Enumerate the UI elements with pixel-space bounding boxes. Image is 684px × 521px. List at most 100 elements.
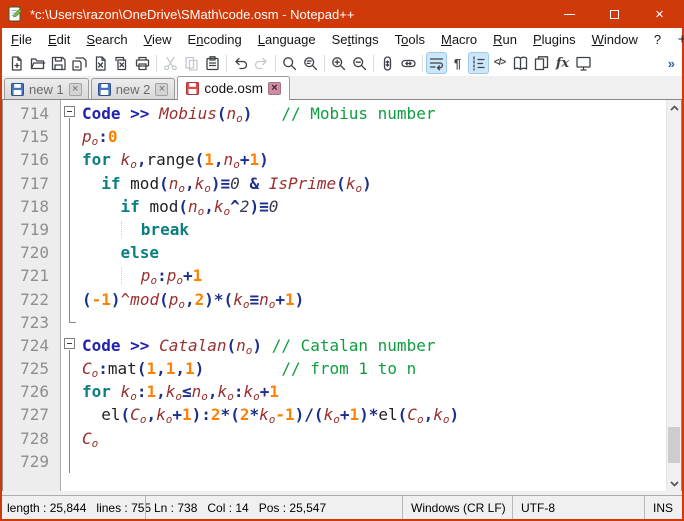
tab-new-1[interactable]: new 1× [4, 78, 89, 99]
tab-bar: new 1×new 2×code.osm× [2, 76, 682, 100]
save-all-button[interactable] [69, 52, 90, 74]
code-line[interactable] [82, 311, 666, 334]
menu-item-file[interactable]: File [3, 30, 40, 49]
monitoring-icon [575, 55, 592, 72]
undo-button[interactable] [230, 52, 251, 74]
new-file-icon [8, 55, 25, 72]
tab-close-icon[interactable]: × [268, 82, 281, 95]
menu-item-window[interactable]: Window [584, 30, 646, 49]
show-all-chars-icon: ¶ [454, 57, 461, 70]
vertical-scrollbar[interactable] [666, 100, 681, 491]
function-list-button[interactable]: fx [552, 52, 573, 74]
tab-code-osm[interactable]: code.osm× [177, 76, 290, 100]
monitoring-button[interactable] [573, 52, 594, 74]
title-bar: *c:\Users\razon\OneDrive\SMath\code.osm … [2, 0, 682, 28]
open-file-icon [29, 55, 46, 72]
code-view[interactable]: Code >> Mobius(no) // Mobius numberpo:0f… [79, 100, 666, 491]
scrollbar-thumb[interactable] [668, 427, 680, 463]
sync-vertical-scroll-icon [379, 55, 396, 72]
sync-horizontal-scroll-button[interactable] [398, 52, 419, 74]
code-line[interactable]: Co [82, 427, 666, 450]
close-all-button[interactable] [111, 52, 132, 74]
fold-collapse-marker[interactable] [61, 102, 79, 125]
menu-item-macro[interactable]: Macro [433, 30, 485, 49]
code-line[interactable] [82, 450, 666, 473]
menu-item-edit[interactable]: Edit [40, 30, 78, 49]
code-line[interactable]: else [82, 241, 666, 264]
menu-item-tools[interactable]: Tools [387, 30, 433, 49]
toolbar-separator [422, 55, 423, 72]
minimize-icon [564, 14, 575, 15]
fold-line-marker [61, 148, 79, 171]
tab-close-icon[interactable]: × [155, 83, 168, 96]
cut-button [160, 52, 181, 74]
cursor-position-text: Ln : 738 Col : 14 Pos : 25,547 [154, 501, 326, 515]
indent-guide-button[interactable] [468, 52, 489, 74]
fold-collapse-marker[interactable] [61, 334, 79, 357]
new-tab-button[interactable]: + [669, 31, 684, 48]
scroll-up-arrow-icon[interactable] [667, 100, 681, 115]
new-file-button[interactable] [6, 52, 27, 74]
minimize-button[interactable] [547, 0, 592, 28]
code-line[interactable]: if mod(no,ko)≡0 & IsPrime(ko) [82, 172, 666, 195]
paste-button[interactable] [202, 52, 223, 74]
status-insert-mode[interactable]: INS [644, 496, 682, 519]
fold-line-marker [61, 172, 79, 195]
code-line[interactable]: el(Co,ko+1):2*(2*ko-1)/(ko+1)*el(Co,ko) [82, 403, 666, 426]
replace-button[interactable] [300, 52, 321, 74]
zoom-out-button[interactable] [349, 52, 370, 74]
show-all-chars-button[interactable]: ¶ [447, 52, 468, 74]
toolbar-overflow-chevron-icon[interactable]: » [668, 56, 675, 71]
line-number: 728 [3, 427, 60, 450]
code-line[interactable]: for ko,range(1,no+1) [82, 148, 666, 171]
menu-item-plugins[interactable]: Plugins [525, 30, 584, 49]
maximize-icon [610, 10, 619, 19]
line-number: 718 [3, 195, 60, 218]
word-wrap-icon [428, 55, 445, 72]
scroll-down-arrow-icon[interactable] [667, 476, 681, 491]
code-line[interactable]: Code >> Mobius(no) // Mobius number [82, 102, 666, 125]
menu-item-view[interactable]: View [136, 30, 180, 49]
close-button[interactable]: × [637, 0, 682, 28]
word-wrap-button[interactable] [426, 52, 447, 74]
menu-item-search[interactable]: Search [78, 30, 135, 49]
code-line[interactable]: for ko:1,ko≤no,ko:ko+1 [82, 380, 666, 403]
code-line[interactable]: po:po+1 [82, 264, 666, 287]
tab-new-2[interactable]: new 2× [91, 78, 176, 99]
menu-item-language[interactable]: Language [250, 30, 324, 49]
menu-item-run[interactable]: Run [485, 30, 525, 49]
code-line[interactable]: if mod(no,ko^2)≡0 [82, 195, 666, 218]
menu-item-encoding[interactable]: Encoding [180, 30, 250, 49]
code-line[interactable]: Code >> Catalan(no) // Catalan number [82, 334, 666, 357]
document-map-button[interactable] [510, 52, 531, 74]
editor-area[interactable]: 7147157167177187197207217227237247257267… [2, 100, 682, 491]
print-button[interactable] [132, 52, 153, 74]
fold-line-marker [61, 264, 79, 287]
code-line[interactable]: (-1)^mod(po,2)*(ko≡no+1) [82, 288, 666, 311]
menu-item-help[interactable]: ? [646, 30, 669, 49]
code-line[interactable]: Co:mat(1,1,1) // from 1 to n [82, 357, 666, 380]
eol-format-text: Windows (CR LF) [411, 501, 506, 515]
function-list-icon: fx [556, 57, 569, 70]
function-completion-button[interactable]: </> [489, 52, 510, 74]
status-encoding[interactable]: UTF-8 [512, 496, 644, 519]
code-line[interactable]: break [82, 218, 666, 241]
redo-button [251, 52, 272, 74]
fold-line-marker [61, 125, 79, 148]
zoom-in-button[interactable] [328, 52, 349, 74]
find-button[interactable] [279, 52, 300, 74]
document-list-button[interactable] [531, 52, 552, 74]
fold-line-marker [61, 403, 79, 426]
fold-line-marker [61, 450, 79, 473]
maximize-button[interactable] [592, 0, 637, 28]
line-number: 714 [3, 102, 60, 125]
sync-vertical-scroll-button[interactable] [377, 52, 398, 74]
menu-item-settings[interactable]: Settings [324, 30, 387, 49]
close-button[interactable] [90, 52, 111, 74]
tab-close-icon[interactable]: × [69, 83, 82, 96]
line-number: 723 [3, 311, 60, 334]
status-eol-format[interactable]: Windows (CR LF) [402, 496, 512, 519]
open-file-button[interactable] [27, 52, 48, 74]
code-line[interactable]: po:0 [82, 125, 666, 148]
save-button[interactable] [48, 52, 69, 74]
